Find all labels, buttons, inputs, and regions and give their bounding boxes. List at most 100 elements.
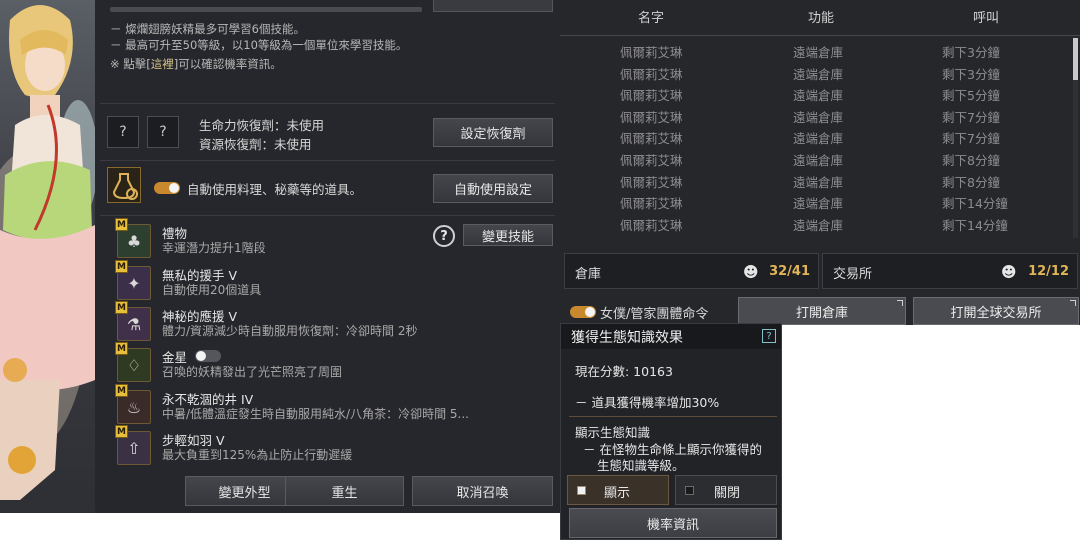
- maid-name: 佩爾莉艾琳: [620, 196, 683, 211]
- skill-item-endless-well[interactable]: M ♨ 永不乾涸的井 IV 中暑/低體溫症發生時自動服用純水/八角茶：冷卻時間 …: [115, 384, 547, 426]
- header-name: 名字: [638, 11, 665, 26]
- maid-name: 佩爾莉艾琳: [620, 218, 683, 233]
- m-badge: M: [115, 342, 128, 355]
- popup-header: 獲得生態知識效果 ?: [561, 324, 781, 349]
- header-divider: [560, 35, 1080, 36]
- skill-item-mystic-support[interactable]: M ⚗ 神秘的應援 V 體力/資源減少時自動服用恢復劑：冷卻時間 2秒: [115, 301, 547, 343]
- skill-desc: 最大負重到125%為止防止行動遲緩: [162, 448, 353, 462]
- radio-box: [685, 486, 694, 495]
- cancel-summon-button[interactable]: 取消召喚: [412, 476, 553, 506]
- maid-command-toggle[interactable]: [570, 306, 596, 318]
- auto-use-toggle[interactable]: [154, 182, 180, 194]
- radio-box: [577, 486, 586, 495]
- maid-function: 遠端倉庫: [793, 153, 844, 168]
- maid-function: 遠端倉庫: [793, 45, 844, 60]
- m-badge: M: [115, 260, 128, 273]
- maid-call: 剩下8分鐘: [942, 175, 1000, 190]
- set-recovery-button[interactable]: 設定恢復劑: [433, 118, 553, 147]
- fairy-settings: － 燦爛翅膀妖精最多可學習6個技能。 － 最高可升至50等級，以10等級為一個單…: [95, 0, 560, 513]
- warehouse-label: 倉庫: [575, 267, 602, 282]
- maid-call: 剩下5分鐘: [942, 88, 1000, 103]
- auto-use-potion-icon: [107, 167, 141, 203]
- skill-item-venus[interactable]: M ♢ 金星 召喚的妖精發出了光芒照亮了周圍: [115, 342, 547, 384]
- header-call: 呼叫: [973, 11, 1000, 26]
- maid-row[interactable]: 佩爾莉艾琳 遠端倉庫 剩下3分鐘: [560, 39, 1070, 60]
- note-level-limit: － 最高可升至50等級，以10等級為一個單位來學習技能。: [110, 38, 408, 52]
- divider: [569, 416, 777, 417]
- skill-item-gift[interactable]: M ♣ 禮物 幸運潛力提升1階段: [115, 218, 547, 260]
- note-skill-limit: － 燦爛翅膀妖精最多可學習6個技能。: [110, 22, 305, 36]
- top-button[interactable]: [433, 0, 553, 12]
- maid-call: 剩下7分鐘: [942, 131, 1000, 146]
- recovery-slot-1[interactable]: ?: [107, 116, 139, 148]
- maid-row[interactable]: 佩爾莉艾琳 遠端倉庫 剩下5分鐘: [560, 82, 1070, 103]
- maid-function: 遠端倉庫: [793, 175, 844, 190]
- skill-item-selfless-help[interactable]: M ✦ 無私的援手 V 自動使用20個道具: [115, 260, 547, 302]
- auto-use-settings-button[interactable]: 自動使用設定: [433, 174, 553, 203]
- fairy-info-panel: － 燦爛翅膀妖精最多可學習6個技能。 － 最高可升至50等級，以10等級為一個單…: [0, 0, 560, 513]
- note-probability-info: ※ 點擊[這裡]可以確認機率資訊。: [110, 56, 282, 72]
- maid-row[interactable]: 佩爾莉艾琳 遠端倉庫 剩下14分鐘: [560, 212, 1070, 233]
- maid-name: 佩爾莉艾琳: [620, 131, 683, 146]
- maid-name: 佩爾莉艾琳: [620, 175, 683, 190]
- hp-recovery-status: 生命力恢復劑：未使用: [199, 118, 325, 133]
- m-badge: M: [115, 425, 128, 438]
- maid-head-icon: ☻: [1001, 263, 1017, 281]
- auto-use-text: 自動使用料理、秘藥等的道具。: [187, 182, 363, 197]
- probability-link[interactable]: 這裡: [151, 57, 174, 71]
- maid-call: 剩下14分鐘: [942, 196, 1008, 211]
- maid-name: 佩爾莉艾琳: [620, 153, 683, 168]
- hide-option-label: 關閉: [714, 486, 741, 501]
- maid-call: 剩下7分鐘: [942, 110, 1000, 125]
- fairy-portrait: [0, 0, 95, 513]
- open-warehouse-button[interactable]: 打開倉庫: [738, 297, 906, 325]
- maid-function: 遠端倉庫: [793, 131, 844, 146]
- header-function: 功能: [808, 11, 835, 26]
- maid-command-label: 女僕/管家團體命令: [600, 307, 709, 322]
- warehouse-summary: 倉庫 ☻ 32/41: [564, 253, 819, 289]
- venus-toggle[interactable]: [195, 350, 221, 362]
- divider: [100, 215, 555, 216]
- market-summary: 交易所 ☻ 12/12: [822, 253, 1078, 289]
- maid-call: 剩下14分鐘: [942, 218, 1008, 233]
- open-market-button[interactable]: 打開全球交易所: [913, 297, 1079, 325]
- list-scroll-thumb[interactable]: [1073, 38, 1078, 80]
- maid-row[interactable]: 佩爾莉艾琳 遠端倉庫 剩下7分鐘: [560, 125, 1070, 146]
- maid-call: 剩下8分鐘: [942, 153, 1000, 168]
- maid-head-icon: ☻: [743, 263, 759, 281]
- maid-list-panel: 名字 功能 呼叫 佩爾莉艾琳 遠端倉庫 剩下3分鐘 佩爾莉艾琳 遠端倉庫 剩下3…: [560, 0, 1080, 325]
- skill-desc: 體力/資源減少時自動服用恢復劑：冷卻時間 2秒: [162, 324, 418, 338]
- display-desc-2: 生態知識等級。: [597, 458, 685, 473]
- popup-title: 獲得生態知識效果: [571, 330, 683, 346]
- fairy-portrait-illustration: [0, 5, 95, 500]
- maid-row[interactable]: 佩爾莉艾琳 遠端倉庫 剩下14分鐘: [560, 190, 1070, 211]
- maid-row[interactable]: 佩爾莉艾琳 遠端倉庫 剩下7分鐘: [560, 104, 1070, 125]
- hide-option[interactable]: 關閉: [675, 475, 777, 505]
- ecology-knowledge-popup: 獲得生態知識效果 ? 現在分數: 10163 － 道具獲得機率增加30% 顯示 生…: [560, 323, 782, 540]
- maid-name: 佩爾莉艾琳: [620, 88, 683, 103]
- show-option[interactable]: 顯示: [567, 475, 669, 505]
- progress-bar: [110, 7, 422, 12]
- skill-item-feather-step[interactable]: M ⇧ 步輕如羽 V 最大負重到125%為止防止行動遲緩: [115, 425, 547, 467]
- skill-desc: 中暑/低體溫症發生時自動服用純水/八角茶：冷卻時間 5...: [162, 407, 469, 421]
- current-score: 現在分數: 10163: [575, 364, 673, 379]
- drop-rate-bonus: － 道具獲得機率增加30%: [575, 395, 720, 410]
- toggle-knob: [169, 183, 179, 193]
- help-icon[interactable]: ?: [762, 329, 776, 343]
- market-count: 12/12: [1028, 264, 1069, 279]
- maid-row[interactable]: 佩爾莉艾琳 遠端倉庫 剩下8分鐘: [560, 147, 1070, 168]
- maid-row[interactable]: 佩爾莉艾琳 遠端倉庫 剩下8分鐘: [560, 169, 1070, 190]
- m-badge: M: [115, 384, 128, 397]
- note-suffix: ]可以確認機率資訊。: [173, 57, 282, 71]
- rebirth-button[interactable]: 重生: [285, 476, 404, 506]
- maid-call: 剩下3分鐘: [942, 45, 1000, 60]
- recovery-slot-2[interactable]: ?: [147, 116, 179, 148]
- note-prefix: ※ 點擊[: [110, 57, 151, 71]
- skill-desc: 自動使用20個道具: [162, 283, 262, 297]
- maid-row[interactable]: 佩爾莉艾琳 遠端倉庫 剩下3分鐘: [560, 61, 1070, 82]
- popout-icon: [897, 300, 903, 306]
- market-label: 交易所: [833, 267, 873, 282]
- maid-function: 遠端倉庫: [793, 110, 844, 125]
- probability-info-button[interactable]: 機率資訊: [569, 508, 777, 538]
- show-option-label: 顯示: [604, 486, 631, 501]
